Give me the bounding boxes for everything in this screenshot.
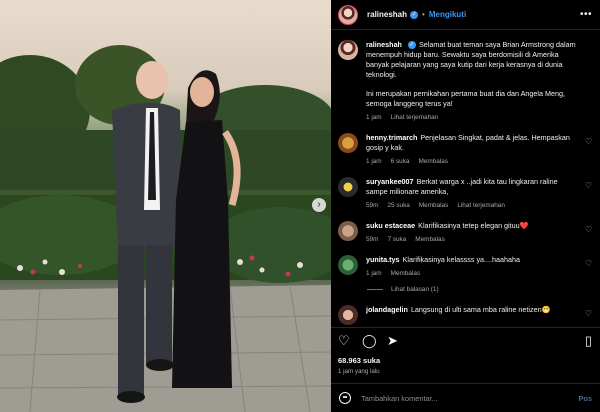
comment-item: jolandagelin Langsung di ulti sama mba ra… xyxy=(331,305,600,325)
caption-paragraph-2: Ini merupakan pernikahan pertama buat di… xyxy=(366,89,565,108)
comment-body: yunita.tys Klarifikasinya kelassss ya....… xyxy=(366,255,581,277)
caption-username[interactable]: ralineshah xyxy=(366,40,402,49)
reply-button[interactable]: Membalas xyxy=(415,236,444,243)
comment-body: jolandagelin Langsung di ulti sama mba ra… xyxy=(366,305,581,325)
post-photo: › xyxy=(0,0,331,412)
comment-item: yunita.tys Klarifikasinya kelassss ya....… xyxy=(331,255,600,277)
comment-body: suryankee007 Berkat warga x ..jadi kita t… xyxy=(366,177,581,209)
emoji-icon[interactable] xyxy=(339,392,351,404)
commenter-avatar[interactable] xyxy=(338,177,358,197)
comment-likes[interactable]: 7 suka xyxy=(387,236,406,243)
post-header: ralineshah ✓ • Mengikuti ••• xyxy=(331,0,600,30)
verified-icon: ✓ xyxy=(407,41,416,50)
avatar[interactable] xyxy=(338,4,358,25)
view-replies-button[interactable]: Lihat balasan (1) xyxy=(367,286,600,293)
comment-item: suku estaceae Klarifikasinya tetep elegan… xyxy=(331,221,600,243)
commenter-avatar[interactable] xyxy=(338,305,358,325)
comment-username[interactable]: suryankee007 xyxy=(366,177,414,186)
translate-link[interactable]: Lihat terjemahan xyxy=(457,202,505,209)
reply-button[interactable]: Membalas xyxy=(391,270,420,277)
like-comment-icon[interactable]: ♡ xyxy=(585,137,592,146)
caption-avatar[interactable] xyxy=(338,40,358,60)
like-comment-icon[interactable]: ♡ xyxy=(585,309,592,318)
post-actions: ♡ ◯ ➤ ▯ xyxy=(331,327,600,355)
comment-body: suku estaceae Klarifikasinya tetep elegan… xyxy=(366,221,581,243)
comment-item: suryankee007 Berkat warga x ..jadi kita t… xyxy=(331,177,600,209)
verified-icon: ✓ xyxy=(410,10,419,19)
comment-likes[interactable]: 6 suka xyxy=(391,158,410,165)
comment-icon[interactable]: ◯ xyxy=(362,334,377,348)
comment-username[interactable]: suku estaceae xyxy=(366,221,415,230)
comment-username[interactable]: jolandagelin xyxy=(366,305,408,314)
view-replies-label[interactable]: Lihat balasan (1) xyxy=(391,286,439,293)
comment-text: Klarifikasinya tetep elegan gituu❤️ xyxy=(418,221,529,230)
caption-time: 1 jam xyxy=(366,114,382,121)
separator-dot: • xyxy=(422,10,425,19)
more-options-icon[interactable]: ••• xyxy=(580,9,592,20)
commenter-avatar[interactable] xyxy=(338,133,358,153)
carousel-next-button[interactable]: › xyxy=(312,198,326,212)
like-comment-icon[interactable]: ♡ xyxy=(585,181,592,190)
comment-username[interactable]: yunita.tys xyxy=(366,255,400,264)
comment-item: henny.trimarch Penjelasan Singkat, padat … xyxy=(331,133,600,165)
post-comment-button[interactable]: Pos xyxy=(578,394,592,403)
comment-input[interactable] xyxy=(361,393,561,403)
caption-body: ralineshah ✓ Selamat buat teman saya Brian… xyxy=(366,40,581,121)
man-figure xyxy=(112,61,182,403)
following-button[interactable]: Mengikuti xyxy=(429,10,466,19)
translate-link[interactable]: Lihat terjemahan xyxy=(391,114,439,121)
comment-text: Klarifikasinya kelassss ya....haahaha xyxy=(402,255,521,264)
commenter-avatar[interactable] xyxy=(338,221,358,241)
post-username[interactable]: ralineshah xyxy=(367,10,407,19)
replies-divider xyxy=(367,289,383,290)
photo-illustration xyxy=(0,45,331,412)
reply-button[interactable]: Membalas xyxy=(418,158,447,165)
comment-username[interactable]: henny.trimarch xyxy=(366,133,417,142)
reply-button[interactable]: Membalas xyxy=(419,202,448,209)
like-comment-icon[interactable]: ♡ xyxy=(585,259,592,268)
share-icon[interactable]: ➤ xyxy=(387,334,398,348)
like-heart-icon[interactable]: ♡ xyxy=(338,334,350,348)
comments-list[interactable]: ralineshah ✓ Selamat buat teman saya Brian… xyxy=(331,31,600,327)
bookmark-icon[interactable]: ▯ xyxy=(585,334,592,348)
like-comment-icon[interactable]: ♡ xyxy=(585,225,592,234)
comment-likes[interactable]: 25 suka xyxy=(387,202,409,209)
caption-text: ralineshah ✓ Selamat buat teman saya Brian… xyxy=(366,40,581,80)
likes-count[interactable]: 68.963 suka xyxy=(338,356,380,365)
comment-time: 59m xyxy=(366,236,379,243)
add-comment-bar: Pos xyxy=(331,383,600,412)
posted-time: 1 jam yang lalu xyxy=(338,368,380,375)
comment-time: 1 jam xyxy=(366,270,382,277)
caption: ralineshah ✓ Selamat buat teman saya Brian… xyxy=(331,40,600,121)
comment-time: 59m xyxy=(366,202,379,209)
comment-time: 1 jam xyxy=(366,158,382,165)
post-panel: ralineshah ✓ • Mengikuti ••• ralineshah ✓… xyxy=(331,0,600,412)
caption-meta: 1 jam Lihat terjemahan xyxy=(366,114,581,121)
comment-text: Langsung di ulti sama mba raline netizen… xyxy=(410,305,551,314)
comment-body: henny.trimarch Penjelasan Singkat, padat … xyxy=(366,133,581,165)
commenter-avatar[interactable] xyxy=(338,255,358,275)
